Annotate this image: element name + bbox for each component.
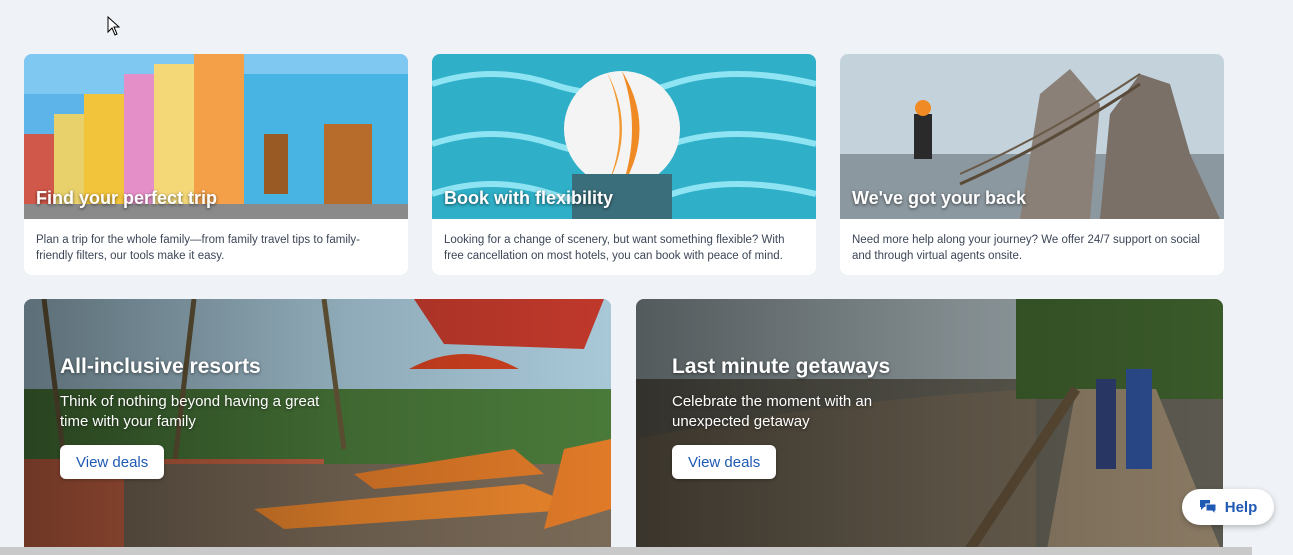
view-deals-button[interactable]: View deals bbox=[60, 445, 165, 479]
mouse-cursor-icon bbox=[107, 16, 121, 36]
promo-title: Last minute getaways bbox=[672, 355, 891, 378]
feature-card-flexibility[interactable]: Book with flexibility Looking for a chan… bbox=[432, 54, 816, 275]
promo-title: All-inclusive resorts bbox=[60, 355, 261, 378]
horizontal-scrollbar[interactable] bbox=[0, 547, 1252, 555]
promo-last-minute-getaways[interactable]: Last minute getaways Celebrate the momen… bbox=[636, 299, 1223, 555]
card-image-rope-bridge: We've got your back bbox=[840, 54, 1224, 219]
card-image-pool-beach-ball: Book with flexibility bbox=[432, 54, 816, 219]
promo-all-inclusive-resorts[interactable]: All-inclusive resorts Think of nothing b… bbox=[24, 299, 611, 555]
help-label: Help bbox=[1224, 498, 1258, 516]
card-description: Need more help along your journey? We of… bbox=[852, 234, 1200, 262]
promo-subtitle: Celebrate the moment with an unexpected … bbox=[672, 393, 873, 430]
card-description: Looking for a change of scenery, but wan… bbox=[444, 234, 785, 262]
help-button[interactable]: Help bbox=[1182, 489, 1274, 525]
feature-card-perfect-trip[interactable]: Find your perfect trip Plan a trip for t… bbox=[24, 54, 408, 275]
card-description: Plan a trip for the whole family—from fa… bbox=[36, 234, 361, 262]
card-title: Find your perfect trip bbox=[36, 188, 218, 208]
feature-card-support[interactable]: We've got your back Need more help along… bbox=[840, 54, 1224, 275]
card-title: Book with flexibility bbox=[444, 188, 614, 208]
chat-bubbles-icon bbox=[1199, 500, 1217, 515]
card-title: We've got your back bbox=[852, 188, 1026, 208]
view-deals-button[interactable]: View deals bbox=[672, 445, 777, 479]
card-image-colorful-street: Find your perfect trip bbox=[24, 54, 408, 219]
promo-subtitle: Think of nothing beyond having a great t… bbox=[60, 393, 320, 430]
